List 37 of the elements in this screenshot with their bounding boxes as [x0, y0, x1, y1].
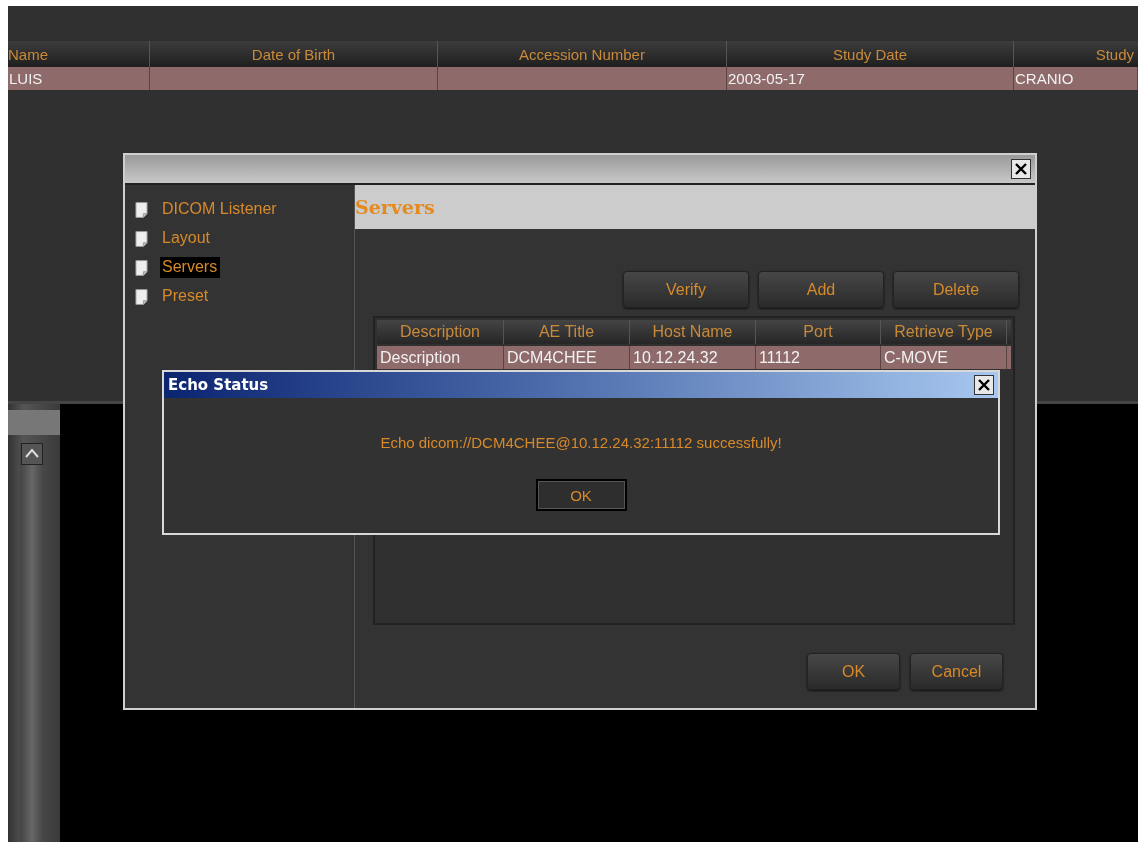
column-header[interactable]: Retrieve Type: [881, 320, 1007, 344]
table-row[interactable]: LUIS 2003-05-17 CRANIO: [8, 67, 1138, 90]
table-cell: Description: [380, 348, 461, 367]
page-icon: [135, 229, 148, 248]
action-button[interactable]: Add: [758, 271, 884, 308]
scrollbar[interactable]: [20, 443, 44, 842]
dialog-title: Echo Status: [168, 376, 269, 394]
column-header[interactable]: Study: [1014, 41, 1138, 67]
nav-item[interactable]: Preset: [160, 286, 212, 307]
ok-button[interactable]: OK: [535, 479, 627, 511]
column-header[interactable]: Port: [756, 320, 881, 344]
table-cell: DCM4CHEE: [507, 348, 597, 367]
table-cell: CRANIO: [1015, 70, 1074, 87]
ok-button[interactable]: OK: [807, 653, 900, 690]
action-button[interactable]: Verify: [623, 271, 749, 308]
table-cell: C-MOVE: [884, 348, 948, 367]
nav-item[interactable]: Layout: [160, 228, 214, 249]
column-header[interactable]: Description: [377, 320, 504, 344]
column-header[interactable]: AE Title: [504, 320, 630, 344]
close-icon[interactable]: [1011, 159, 1031, 179]
section-title: Servers: [355, 196, 435, 218]
nav-item[interactable]: Servers: [160, 257, 221, 278]
cancel-button[interactable]: Cancel: [910, 653, 1003, 690]
page-icon: [135, 258, 148, 277]
column-header[interactable]: Host Name: [630, 320, 756, 344]
table-cell: 11112: [759, 348, 800, 367]
status-message: Echo dicom://DCM4CHEE@10.12.24.32:11112 successfully!: [380, 434, 782, 451]
table-cell: 2003-05-17: [728, 70, 805, 87]
table-cell: 10.12.24.32: [633, 348, 718, 367]
scroll-up-icon[interactable]: [21, 443, 43, 465]
table-cell: LUIS: [9, 70, 43, 87]
page-icon: [135, 287, 148, 306]
close-icon[interactable]: [974, 375, 994, 395]
action-button[interactable]: Delete: [893, 271, 1019, 308]
nav-item[interactable]: DICOM Listener: [160, 199, 280, 220]
page-icon: [135, 200, 148, 219]
table-row[interactable]: Description DCM4CHEE 10.12.24.32 11112 C-MOVE: [377, 346, 1011, 369]
